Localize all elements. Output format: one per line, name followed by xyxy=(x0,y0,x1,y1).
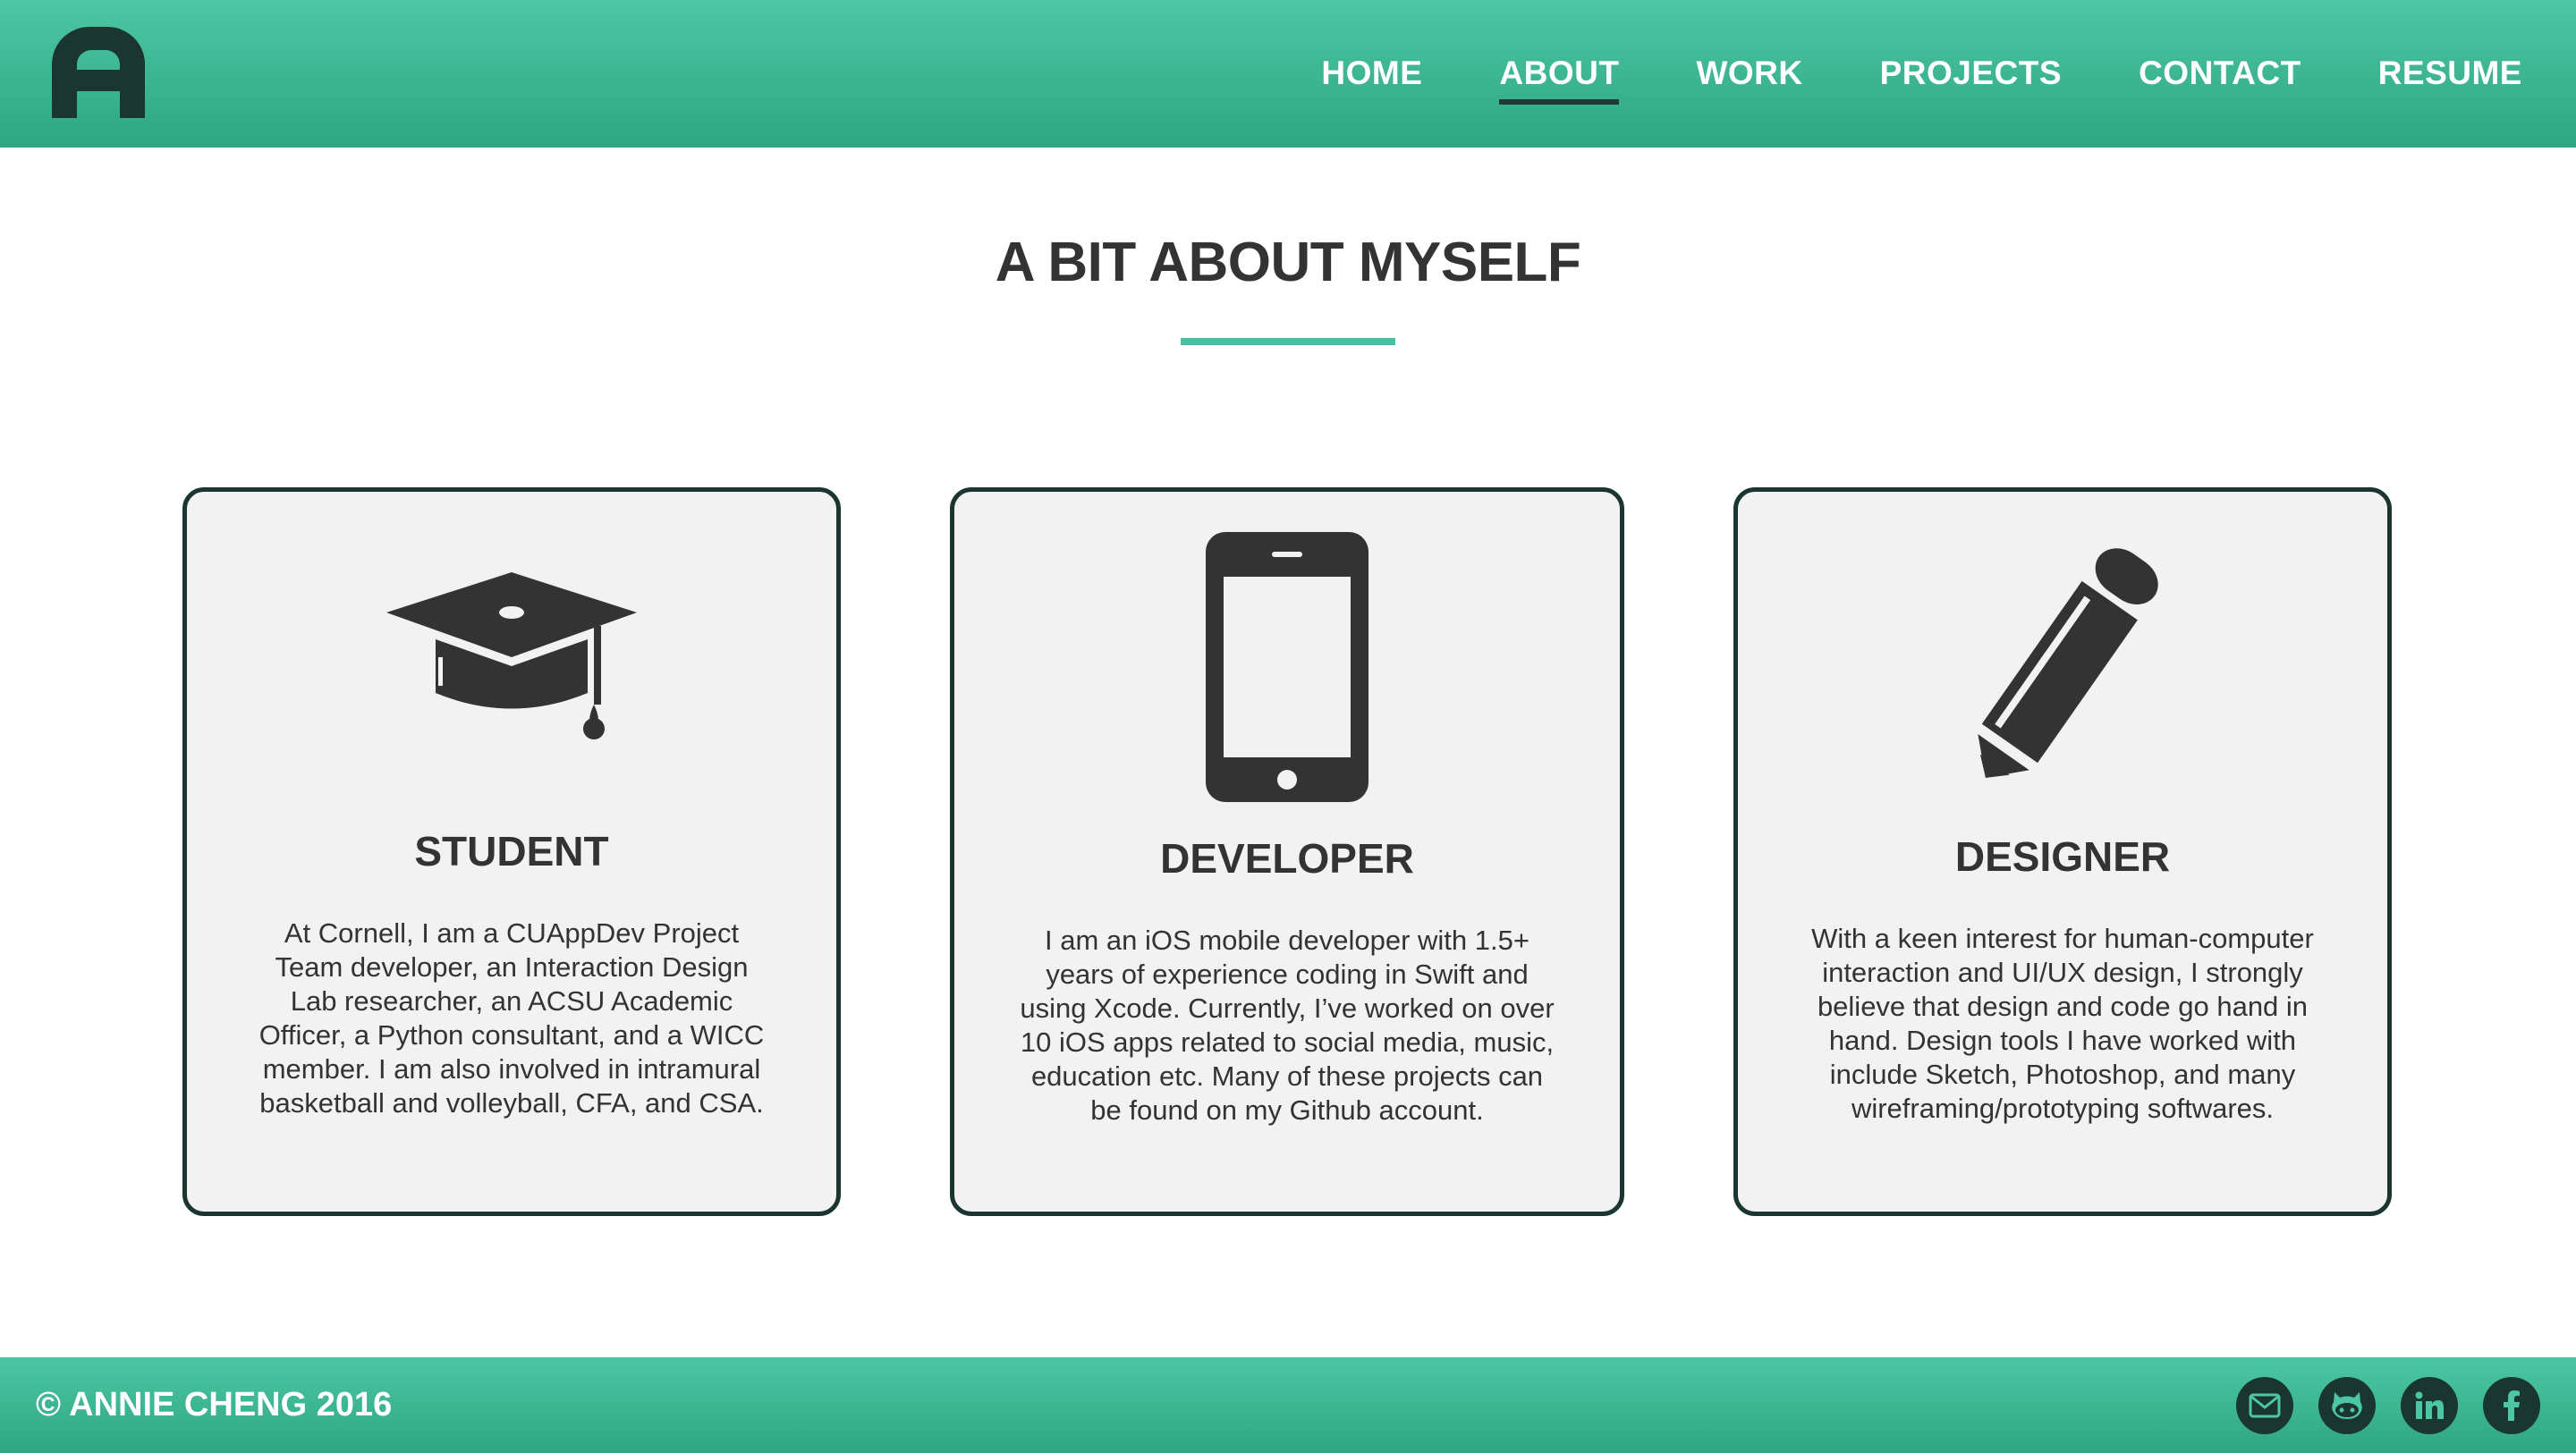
nav-work[interactable]: WORK xyxy=(1696,55,1802,94)
social-links xyxy=(2236,1357,2540,1453)
card-description: I am an iOS mobile developer with 1.5+ y… xyxy=(1020,925,1555,1126)
mobile-phone-icon xyxy=(1206,532,1368,802)
linkedin-icon[interactable] xyxy=(2401,1376,2458,1434)
developer-card: DEVELOPER I am an iOS mobile developer w… xyxy=(950,487,1624,1216)
page-title: A BIT ABOUT MYSELF xyxy=(995,232,1581,293)
main-nav: HOME ABOUT WORK PROJECTS CONTACT RESUME xyxy=(1321,0,2522,148)
card-heading: STUDENT xyxy=(414,828,609,874)
facebook-icon[interactable] xyxy=(2483,1376,2540,1434)
site-header: HOME ABOUT WORK PROJECTS CONTACT RESUME xyxy=(0,0,2576,148)
github-icon[interactable] xyxy=(2318,1376,2376,1434)
nav-about[interactable]: ABOUT xyxy=(1499,55,1620,105)
card-heading: DESIGNER xyxy=(1954,833,2171,880)
nav-projects[interactable]: PROJECTS xyxy=(1880,55,2062,94)
card-description: With a keen interest for human-computer … xyxy=(1811,923,2314,1124)
site-footer: © ANNIE CHENG 2016 xyxy=(0,1357,2576,1453)
copyright-text: © ANNIE CHENG 2016 xyxy=(36,1386,393,1423)
title-underline xyxy=(1181,338,1395,345)
student-card: STUDENT At Cornell, I am a CUAppDev Proj… xyxy=(182,487,841,1216)
nav-contact[interactable]: CONTACT xyxy=(2139,55,2301,94)
graduation-cap-icon xyxy=(386,572,637,739)
nav-resume[interactable]: RESUME xyxy=(2378,55,2522,94)
nav-home[interactable]: HOME xyxy=(1321,55,1422,94)
card-description: At Cornell, I am a CUAppDev Project Team… xyxy=(258,917,765,1119)
designer-card: DESIGNER With a keen interest for human-… xyxy=(1733,487,2392,1216)
letter-a-logo-icon[interactable] xyxy=(52,27,145,118)
pencil-icon xyxy=(1975,548,2158,778)
email-icon[interactable] xyxy=(2236,1376,2293,1434)
card-heading: DEVELOPER xyxy=(1160,835,1414,882)
